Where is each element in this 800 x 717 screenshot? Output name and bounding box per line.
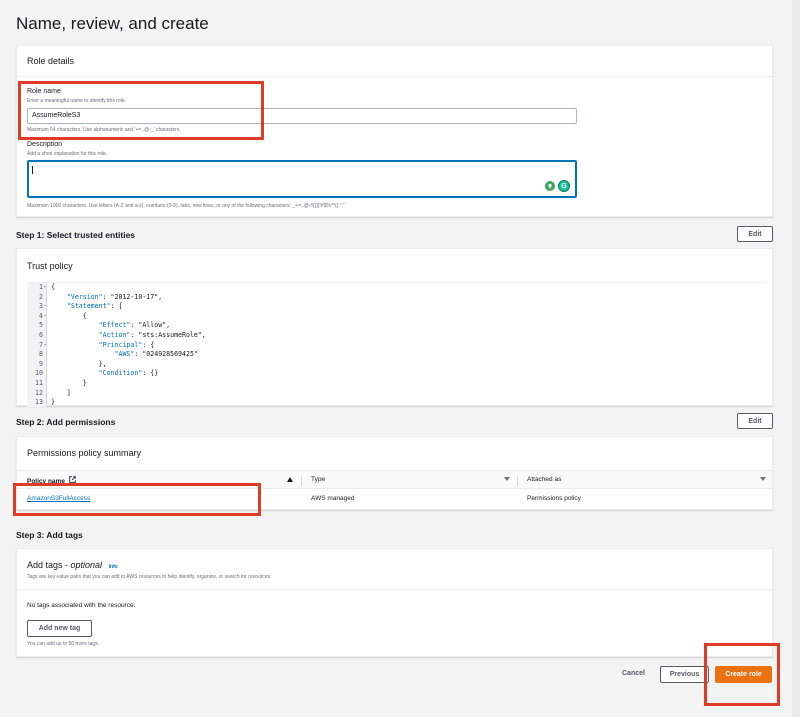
code-text: "Condition": {}: [51, 369, 159, 378]
page-title: Name, review, and create: [16, 14, 209, 33]
add-new-tag-button[interactable]: Add new tag: [27, 620, 92, 637]
edit-label: Edit: [748, 417, 762, 425]
policy-type: AWS managed: [311, 495, 355, 502]
previous-label: Previous: [669, 671, 700, 678]
column-header-attached-as[interactable]: Attached as: [527, 476, 561, 483]
code-text: ]: [51, 388, 71, 397]
tags-heading: Add tags - optional Info: [27, 560, 118, 570]
add-new-tag-label: Add new tag: [38, 625, 81, 632]
tags-hint: Tags are key-value pairs that you can ad…: [27, 574, 272, 580]
line-number: 4: [39, 311, 43, 320]
code-text: "Principal": {: [51, 340, 155, 349]
code-line: 8 "AWS": "024928569425": [27, 350, 767, 360]
trust-policy-panel: Trust policy 1-{2 "Version": "2012-10-17…: [16, 248, 773, 407]
grammarly-icon[interactable]: G: [558, 180, 570, 192]
line-number: 7: [39, 340, 43, 349]
tags-heading-text: Add tags -: [27, 560, 71, 570]
code-text: "Version": "2012-10-17",: [51, 292, 163, 301]
code-editor[interactable]: 1-{2 "Version": "2012-10-17", 3- "Stateme…: [27, 282, 767, 407]
panel-divider: [17, 589, 772, 590]
info-link[interactable]: Info: [109, 564, 118, 570]
permissions-summary-heading: Permissions policy summary: [27, 448, 142, 458]
fold-toggle-icon[interactable]: -: [43, 283, 47, 293]
description-hint: Add a short explanation for this role.: [27, 151, 108, 157]
line-number: 1: [39, 283, 43, 291]
line-number: 6: [39, 331, 43, 339]
role-name-highlight: [18, 81, 264, 140]
description-constraint: Maximum 1000 characters. Use letters (A-…: [27, 203, 346, 209]
code-text: "Action": "sts:AssumeRole",: [51, 331, 206, 339]
code-text: {: [51, 283, 55, 291]
code-line: 10 "Condition": {}: [27, 369, 767, 379]
code-text: }: [51, 379, 87, 387]
tags-panel: Add tags - optional Info Tags are key-va…: [16, 548, 773, 657]
column-divider: [517, 475, 518, 486]
column-divider: [301, 475, 302, 486]
fold-toggle-icon[interactable]: -: [43, 302, 47, 312]
code-line: 11 }: [27, 379, 767, 389]
step3-title: Step 3: Add tags: [16, 530, 83, 540]
edit-label: Edit: [748, 230, 762, 238]
code-line: 9 },: [27, 360, 767, 370]
line-number: 8: [39, 350, 43, 359]
step2-edit-button[interactable]: Edit: [737, 413, 773, 429]
code-line: 13}: [27, 398, 767, 408]
description-label: Description: [27, 141, 63, 148]
code-text: "Effect": "Allow",: [51, 321, 171, 330]
code-text: },: [51, 359, 107, 368]
code-line: 6 "Action": "sts:AssumeRole",: [27, 331, 767, 341]
description-textarea[interactable]: G: [27, 160, 577, 198]
line-number: 11: [35, 379, 43, 387]
code-line: 3- "Statement": [: [27, 302, 767, 312]
cancel-button[interactable]: Cancel: [622, 670, 645, 677]
no-tags-text: No tags associated with the resource.: [27, 602, 136, 609]
scrollbar[interactable]: [792, 0, 800, 717]
code-line: 2 "Version": "2012-10-17",: [27, 293, 767, 303]
line-number: 10: [35, 369, 43, 378]
create-role-highlight: [704, 643, 780, 706]
code-line: 5 "Effect": "Allow",: [27, 321, 767, 331]
trust-policy-heading: Trust policy: [27, 261, 73, 271]
text-cursor: [32, 166, 33, 174]
sort-icon[interactable]: [504, 477, 510, 481]
line-number: 5: [39, 321, 43, 330]
code-text: }: [51, 398, 55, 407]
step1-title: Step 1: Select trusted entities: [16, 230, 136, 240]
step1-edit-button[interactable]: Edit: [737, 226, 773, 242]
fold-toggle-icon[interactable]: -: [43, 341, 47, 351]
code-text: {: [51, 311, 87, 320]
code-line: 1-{: [27, 283, 767, 293]
tags-heading-optional: optional: [70, 560, 103, 570]
line-number: 13: [35, 398, 43, 407]
tags-limit-text: You can add up to 50 more tags.: [27, 641, 100, 647]
line-number: 12: [35, 388, 43, 397]
code-lines: 1-{2 "Version": "2012-10-17", 3- "Stateme…: [27, 283, 767, 407]
code-line: 7- "Principal": {: [27, 341, 767, 351]
fold-toggle-icon[interactable]: -: [43, 312, 47, 322]
cancel-label: Cancel: [622, 670, 645, 677]
line-number: 3: [39, 302, 43, 311]
column-header-type[interactable]: Type: [311, 476, 325, 483]
line-number: 9: [39, 359, 43, 368]
lightbulb-icon[interactable]: [545, 181, 555, 191]
policy-attached-as: Permissions policy: [527, 495, 581, 502]
code-text: "Statement": [: [51, 302, 123, 311]
line-number: 2: [39, 292, 43, 301]
policy-name-highlight: [13, 483, 261, 516]
step2-title: Step 2: Add permissions: [16, 417, 116, 427]
previous-button[interactable]: Previous: [660, 666, 709, 683]
code-line: 12 ]: [27, 389, 767, 399]
code-text: "AWS": "024928569425": [51, 350, 198, 359]
sort-icon[interactable]: [760, 477, 766, 481]
panel-divider: [17, 76, 772, 77]
sort-ascending-icon[interactable]: [287, 477, 293, 482]
role-details-heading: Role details: [27, 56, 75, 66]
code-line: 4- {: [27, 312, 767, 322]
